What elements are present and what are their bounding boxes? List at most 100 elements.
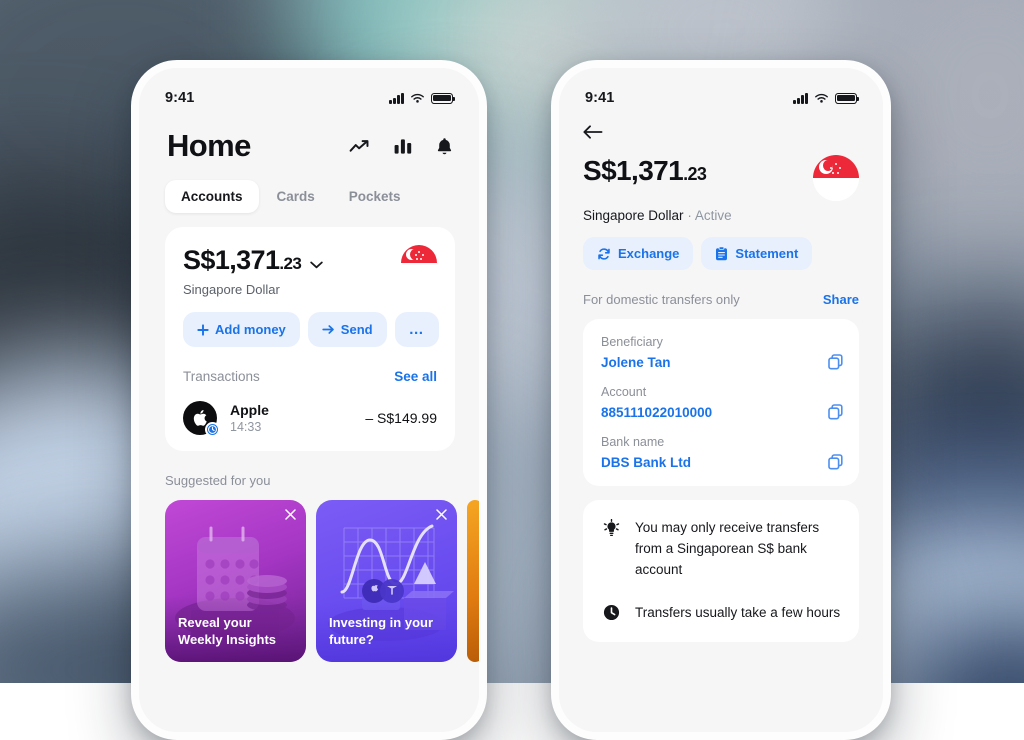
status-time: 9:41 — [165, 90, 194, 106]
header-icons — [349, 137, 453, 156]
balance-amount: S$1,371 — [583, 155, 683, 186]
field-label: Beneficiary — [601, 335, 843, 349]
account-balance[interactable]: S$1,371.23 — [183, 245, 323, 276]
status-badge: Active — [695, 208, 732, 223]
exchange-button[interactable]: Exchange — [583, 237, 693, 270]
detail-field-bank-name: Bank name DBS Bank Ltd — [601, 435, 843, 470]
field-value[interactable]: DBS Bank Ltd — [601, 455, 691, 470]
balance-block: S$1,371.23 Singapore Dollar — [183, 245, 323, 297]
info-text: You may only receive transfers from a Si… — [635, 518, 843, 581]
balance-row: S$1,371.23 Singapore Dollar — [183, 245, 437, 297]
subtitle-separator: · — [684, 208, 695, 223]
balance-amount: S$1,371 — [183, 245, 279, 276]
document-icon — [715, 246, 728, 261]
account-currency: Singapore Dollar — [183, 282, 323, 297]
refresh-exchange-icon — [597, 247, 611, 261]
suggested-card-partial[interactable] — [467, 500, 479, 662]
send-label: Send — [341, 322, 373, 337]
tab-accounts[interactable]: Accounts — [165, 180, 259, 213]
share-button[interactable]: Share — [823, 292, 859, 307]
account-balance: S$1,371.23 — [583, 155, 706, 187]
status-bar: 9:41 — [139, 68, 479, 106]
suggested-carousel[interactable]: Reveal your Weekly Insights — [139, 488, 479, 662]
close-icon[interactable] — [436, 509, 447, 522]
more-options-button[interactable]: … — [395, 312, 439, 347]
info-text: Transfers usually take a few hours — [635, 603, 840, 624]
phone-right: 9:41 S$1,371.23 Si — [551, 60, 891, 740]
transactions-header: Transactions See all — [183, 369, 437, 384]
see-all-link[interactable]: See all — [394, 369, 437, 384]
title-line-2: Weekly Insights — [178, 631, 306, 649]
domestic-note: For domestic transfers only — [583, 292, 740, 307]
bar-chart-icon[interactable] — [394, 138, 412, 155]
add-money-button[interactable]: Add money — [183, 312, 300, 347]
field-value[interactable]: 885111022010000 — [601, 405, 712, 420]
copy-icon[interactable] — [828, 354, 843, 370]
battery-icon — [835, 93, 857, 104]
singapore-flag-icon — [813, 155, 859, 201]
title-line-2: future? — [329, 631, 457, 649]
transaction-info: Apple 14:33 — [230, 402, 352, 434]
field-row: DBS Bank Ltd — [601, 454, 843, 470]
field-row: 885111022010000 — [601, 404, 843, 420]
info-card: You may only receive transfers from a Si… — [583, 500, 859, 642]
transaction-row[interactable]: Apple 14:33 – S$149.99 — [183, 401, 437, 435]
screen-account-details: 9:41 S$1,371.23 Si — [559, 68, 883, 732]
balance-cents: .23 — [279, 254, 301, 274]
account-details-card: Beneficiary Jolene Tan Account 885111022… — [583, 319, 859, 486]
plus-icon — [197, 324, 209, 336]
transaction-time: 14:33 — [230, 420, 352, 434]
detail-field-account: Account 885111022010000 — [601, 385, 843, 420]
statement-button[interactable]: Statement — [701, 237, 812, 270]
account-actions: Exchange Statement — [559, 223, 883, 270]
balance-cents: .23 — [683, 164, 706, 184]
trending-up-icon[interactable] — [349, 139, 370, 154]
account-actions: Add money Send … — [183, 312, 437, 347]
back-button[interactable] — [559, 106, 883, 145]
bell-icon[interactable] — [436, 137, 453, 156]
suggested-card-weekly-insights[interactable]: Reveal your Weekly Insights — [165, 500, 306, 662]
close-icon[interactable] — [285, 509, 296, 522]
apple-logo-icon — [183, 401, 217, 435]
detail-field-beneficiary: Beneficiary Jolene Tan — [601, 335, 843, 370]
suggested-card-investing[interactable]: Investing in your future? — [316, 500, 457, 662]
account-currency: Singapore Dollar — [583, 208, 684, 223]
home-header: Home — [139, 106, 479, 164]
wifi-icon — [410, 93, 425, 104]
suggested-card-title: Reveal your Weekly Insights — [178, 614, 306, 649]
suggested-label: Suggested for you — [139, 451, 479, 488]
transactions-label: Transactions — [183, 369, 260, 384]
arrow-right-icon — [322, 324, 335, 335]
screen-home: 9:41 Home — [139, 68, 479, 732]
cellular-signal-icon — [389, 93, 404, 104]
balance-row: S$1,371.23 — [559, 145, 883, 201]
account-subtitle: Singapore Dollar · Active — [559, 201, 883, 223]
more-horizontal-icon: … — [409, 325, 425, 335]
wifi-icon — [814, 93, 829, 104]
clock-icon — [601, 603, 621, 621]
statement-label: Statement — [735, 246, 798, 261]
field-label: Account — [601, 385, 843, 399]
copy-icon[interactable] — [828, 404, 843, 420]
account-tabs: Accounts Cards Pockets — [139, 164, 479, 213]
status-icons — [389, 93, 453, 104]
chevron-down-icon[interactable] — [310, 245, 323, 276]
battery-icon — [431, 93, 453, 104]
tab-pockets[interactable]: Pockets — [333, 180, 417, 213]
arrow-left-icon — [583, 124, 603, 140]
copy-icon[interactable] — [828, 454, 843, 470]
transaction-amount: – S$149.99 — [365, 410, 437, 426]
lightbulb-icon — [601, 518, 621, 537]
field-label: Bank name — [601, 435, 843, 449]
info-row-transfers: You may only receive transfers from a Si… — [601, 518, 843, 581]
field-row: Jolene Tan — [601, 354, 843, 370]
title-line-1: Reveal your — [178, 614, 306, 632]
field-value[interactable]: Jolene Tan — [601, 355, 671, 370]
tab-cards[interactable]: Cards — [261, 180, 331, 213]
send-button[interactable]: Send — [308, 312, 387, 347]
transaction-name: Apple — [230, 402, 352, 418]
suggested-card-title: Investing in your future? — [329, 614, 457, 649]
status-time: 9:41 — [585, 90, 614, 106]
cellular-signal-icon — [793, 93, 808, 104]
phone-left: 9:41 Home — [131, 60, 487, 740]
